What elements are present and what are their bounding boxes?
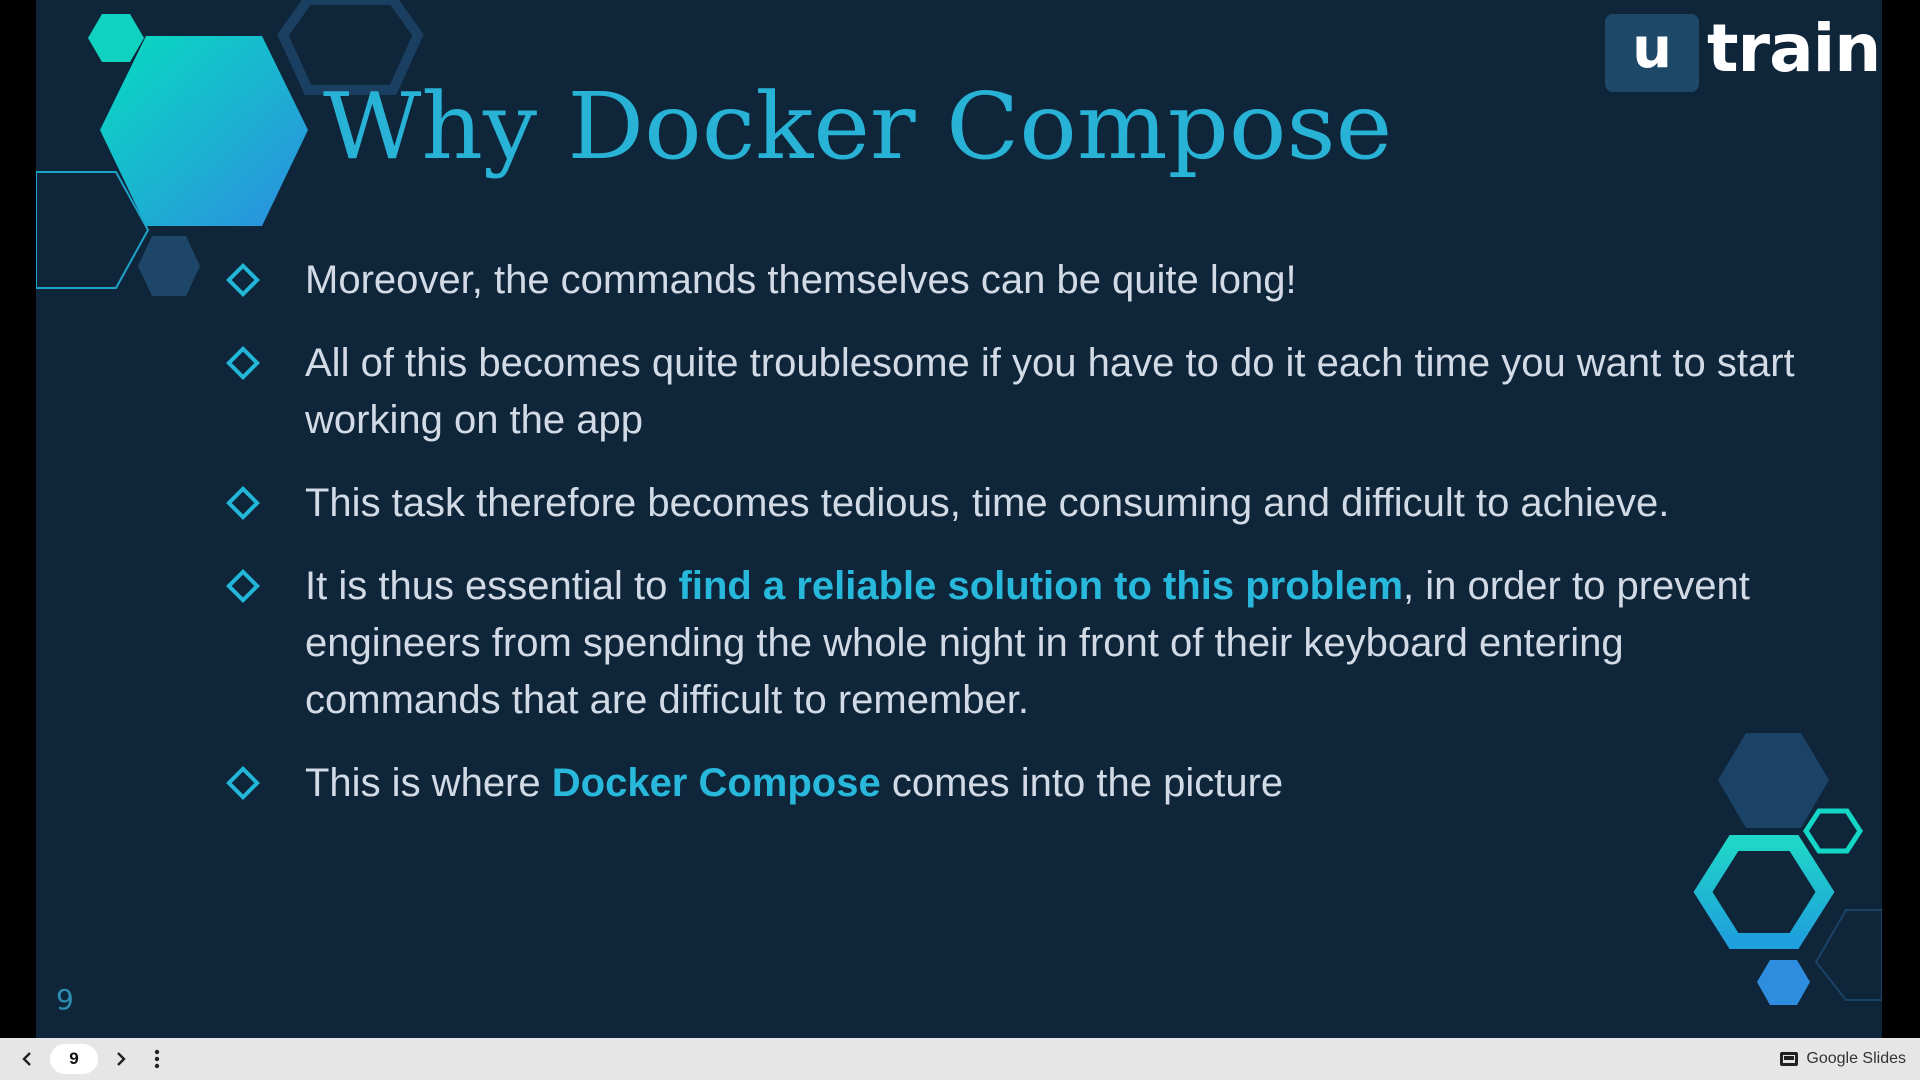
slide-page-number: 9	[56, 983, 74, 1016]
hexagon-small-blue	[1757, 960, 1810, 1005]
bullet-item: It is thus essential to find a reliable …	[221, 558, 1821, 729]
bullet-segment: It is thus essential to	[305, 564, 679, 608]
chevron-left-icon	[22, 1052, 31, 1066]
slides-embed-toolbar: Google Slides	[0, 1038, 1920, 1080]
branding-label: Google Slides	[1806, 1050, 1906, 1067]
slide-canvas: u train Why Docker Compose Moreover, the…	[36, 0, 1882, 1038]
bullet-item: This is where Docker Compose comes into …	[221, 755, 1821, 812]
bullet-highlight: find a reliable solution to this problem	[678, 564, 1404, 608]
bullet-segment: Moreover, the commands themselves can be…	[305, 258, 1297, 302]
chevron-right-icon	[117, 1052, 126, 1066]
bullet-text: It is thus essential to find a reliable …	[305, 564, 1750, 722]
bullet-text: Moreover, the commands themselves can be…	[305, 258, 1297, 302]
more-options-button[interactable]	[140, 1042, 174, 1076]
bullet-text: This task therefore becomes tedious, tim…	[305, 481, 1669, 525]
hexagon-outline-dark-right	[1814, 909, 1882, 1001]
diamond-bullet-icon	[226, 766, 260, 800]
slides-icon	[1780, 1052, 1799, 1066]
google-slides-link[interactable]: Google Slides	[1780, 1038, 1906, 1080]
page-number-input[interactable]	[50, 1044, 98, 1074]
bullet-segment: comes into the picture	[880, 761, 1284, 805]
logo-word: train	[1707, 10, 1881, 87]
utrain-logo: u train	[1605, 10, 1881, 92]
diamond-bullet-icon	[226, 346, 260, 380]
bullet-item: This task therefore becomes tedious, tim…	[221, 475, 1821, 532]
bullet-list: Moreover, the commands themselves can be…	[221, 252, 1821, 838]
bullet-text: This is where Docker Compose comes into …	[305, 761, 1283, 805]
slide-title: Why Docker Compose	[323, 73, 1393, 180]
diamond-bullet-icon	[226, 486, 260, 520]
diamond-bullet-icon	[226, 263, 260, 297]
bullet-item: All of this becomes quite troublesome if…	[221, 335, 1821, 449]
bullet-segment: This task therefore becomes tedious, tim…	[305, 481, 1670, 525]
bullet-text: All of this becomes quite troublesome if…	[305, 341, 1795, 442]
previous-slide-button[interactable]	[10, 1042, 44, 1076]
diamond-bullet-icon	[226, 569, 260, 603]
bullet-segment: All of this becomes quite troublesome if…	[305, 341, 1795, 442]
hexagon-small-dark	[138, 236, 200, 296]
hexagon-small-teal	[88, 14, 144, 62]
next-slide-button[interactable]	[104, 1042, 138, 1076]
hexagon-ring-large	[1693, 835, 1835, 949]
logo-mark: u	[1605, 14, 1699, 92]
more-vert-icon	[154, 1049, 160, 1069]
bullet-highlight: Docker Compose	[551, 761, 881, 805]
bullet-item: Moreover, the commands themselves can be…	[221, 252, 1821, 309]
bullet-segment: This is where	[305, 761, 552, 805]
